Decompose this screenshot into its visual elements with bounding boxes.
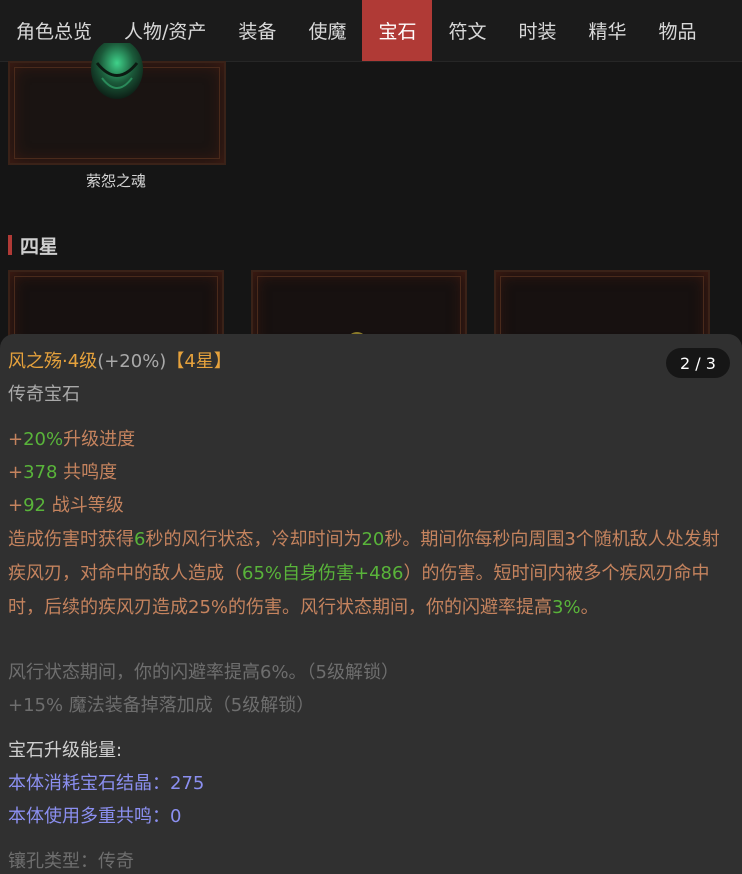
stat-label: 战斗等级 bbox=[46, 495, 124, 516]
tab-equipment[interactable]: 装备 bbox=[222, 0, 292, 61]
tab-familiar[interactable]: 使魔 bbox=[292, 0, 362, 61]
desc-value: 65%自身伤害+486 bbox=[242, 563, 404, 584]
gem-name: 萦怨之魂 bbox=[85, 172, 146, 190]
gem-card[interactable] bbox=[8, 43, 226, 165]
desc-text: 造成伤害时获得 bbox=[8, 529, 134, 550]
gem-detail-bonus: (+20%) bbox=[97, 351, 167, 372]
stat-value: 20% bbox=[23, 429, 64, 450]
desc-text: 秒的风行状态，冷却时间为 bbox=[145, 529, 362, 550]
section-header: 四星 bbox=[8, 233, 59, 258]
tab-gems[interactable]: 宝石 bbox=[362, 0, 433, 61]
tab-essence[interactable]: 精华 bbox=[573, 0, 643, 61]
resonance-label: 本体使用多重共鸣： bbox=[8, 806, 170, 827]
gem-title-line: 风之殇·4级(+20%)【4星】 bbox=[8, 350, 232, 374]
section-accent-bar bbox=[8, 235, 12, 255]
gem-detail-name: 风之殇·4级 bbox=[8, 351, 98, 372]
tab-items[interactable]: 物品 bbox=[643, 0, 713, 61]
desc-text: 。 bbox=[580, 597, 599, 618]
desc-value: 3% bbox=[552, 597, 581, 618]
crystal-label: 本体消耗宝石结晶： bbox=[8, 773, 170, 794]
pager-indicator[interactable]: 2 / 3 bbox=[666, 348, 730, 378]
locked-effect: 风行状态期间，你的闪避率提高6%。（5级解锁） bbox=[8, 662, 400, 683]
tab-fashion[interactable]: 时装 bbox=[502, 0, 572, 61]
stat-upgrade-progress: +20%升级进度 bbox=[8, 428, 135, 452]
desc-value: 6 bbox=[134, 529, 146, 550]
section-title: 四星 bbox=[20, 235, 59, 258]
crystal-consumption: 本体消耗宝石结晶：275 bbox=[8, 772, 204, 796]
stat-resonance: +378 共鸣度 bbox=[8, 461, 117, 485]
upgrade-energy-title: 宝石升级能量: bbox=[8, 740, 123, 761]
stat-value: 92 bbox=[23, 495, 46, 516]
gem-image bbox=[91, 43, 143, 99]
gem-effect-description: 造成伤害时获得6秒的风行状态，冷却时间为20秒。期间你每秒向周围3个随机敌人处发… bbox=[8, 523, 730, 625]
stat-label: 共鸣度 bbox=[57, 462, 118, 483]
stat-combat-level: +92 战斗等级 bbox=[8, 494, 124, 518]
stat-plus: + bbox=[8, 429, 24, 450]
desc-value: 20 bbox=[361, 529, 385, 550]
gem-star-badge: 【4星】 bbox=[166, 351, 232, 372]
gem-type: 传奇宝石 bbox=[8, 384, 80, 405]
stat-plus: + bbox=[8, 495, 24, 516]
locked-effect: +15% 魔法装备掉落加成（5级解锁） bbox=[8, 695, 315, 716]
stat-plus: + bbox=[8, 462, 24, 483]
crystal-value: 275 bbox=[170, 773, 205, 794]
resonance-usage: 本体使用多重共鸣：0 bbox=[8, 805, 181, 829]
stat-label: 升级进度 bbox=[63, 429, 136, 450]
resonance-value: 0 bbox=[170, 806, 182, 827]
stat-value: 378 bbox=[23, 462, 58, 483]
tab-runes[interactable]: 符文 bbox=[432, 0, 502, 61]
socket-type: 镶孔类型：传奇 bbox=[8, 851, 134, 872]
